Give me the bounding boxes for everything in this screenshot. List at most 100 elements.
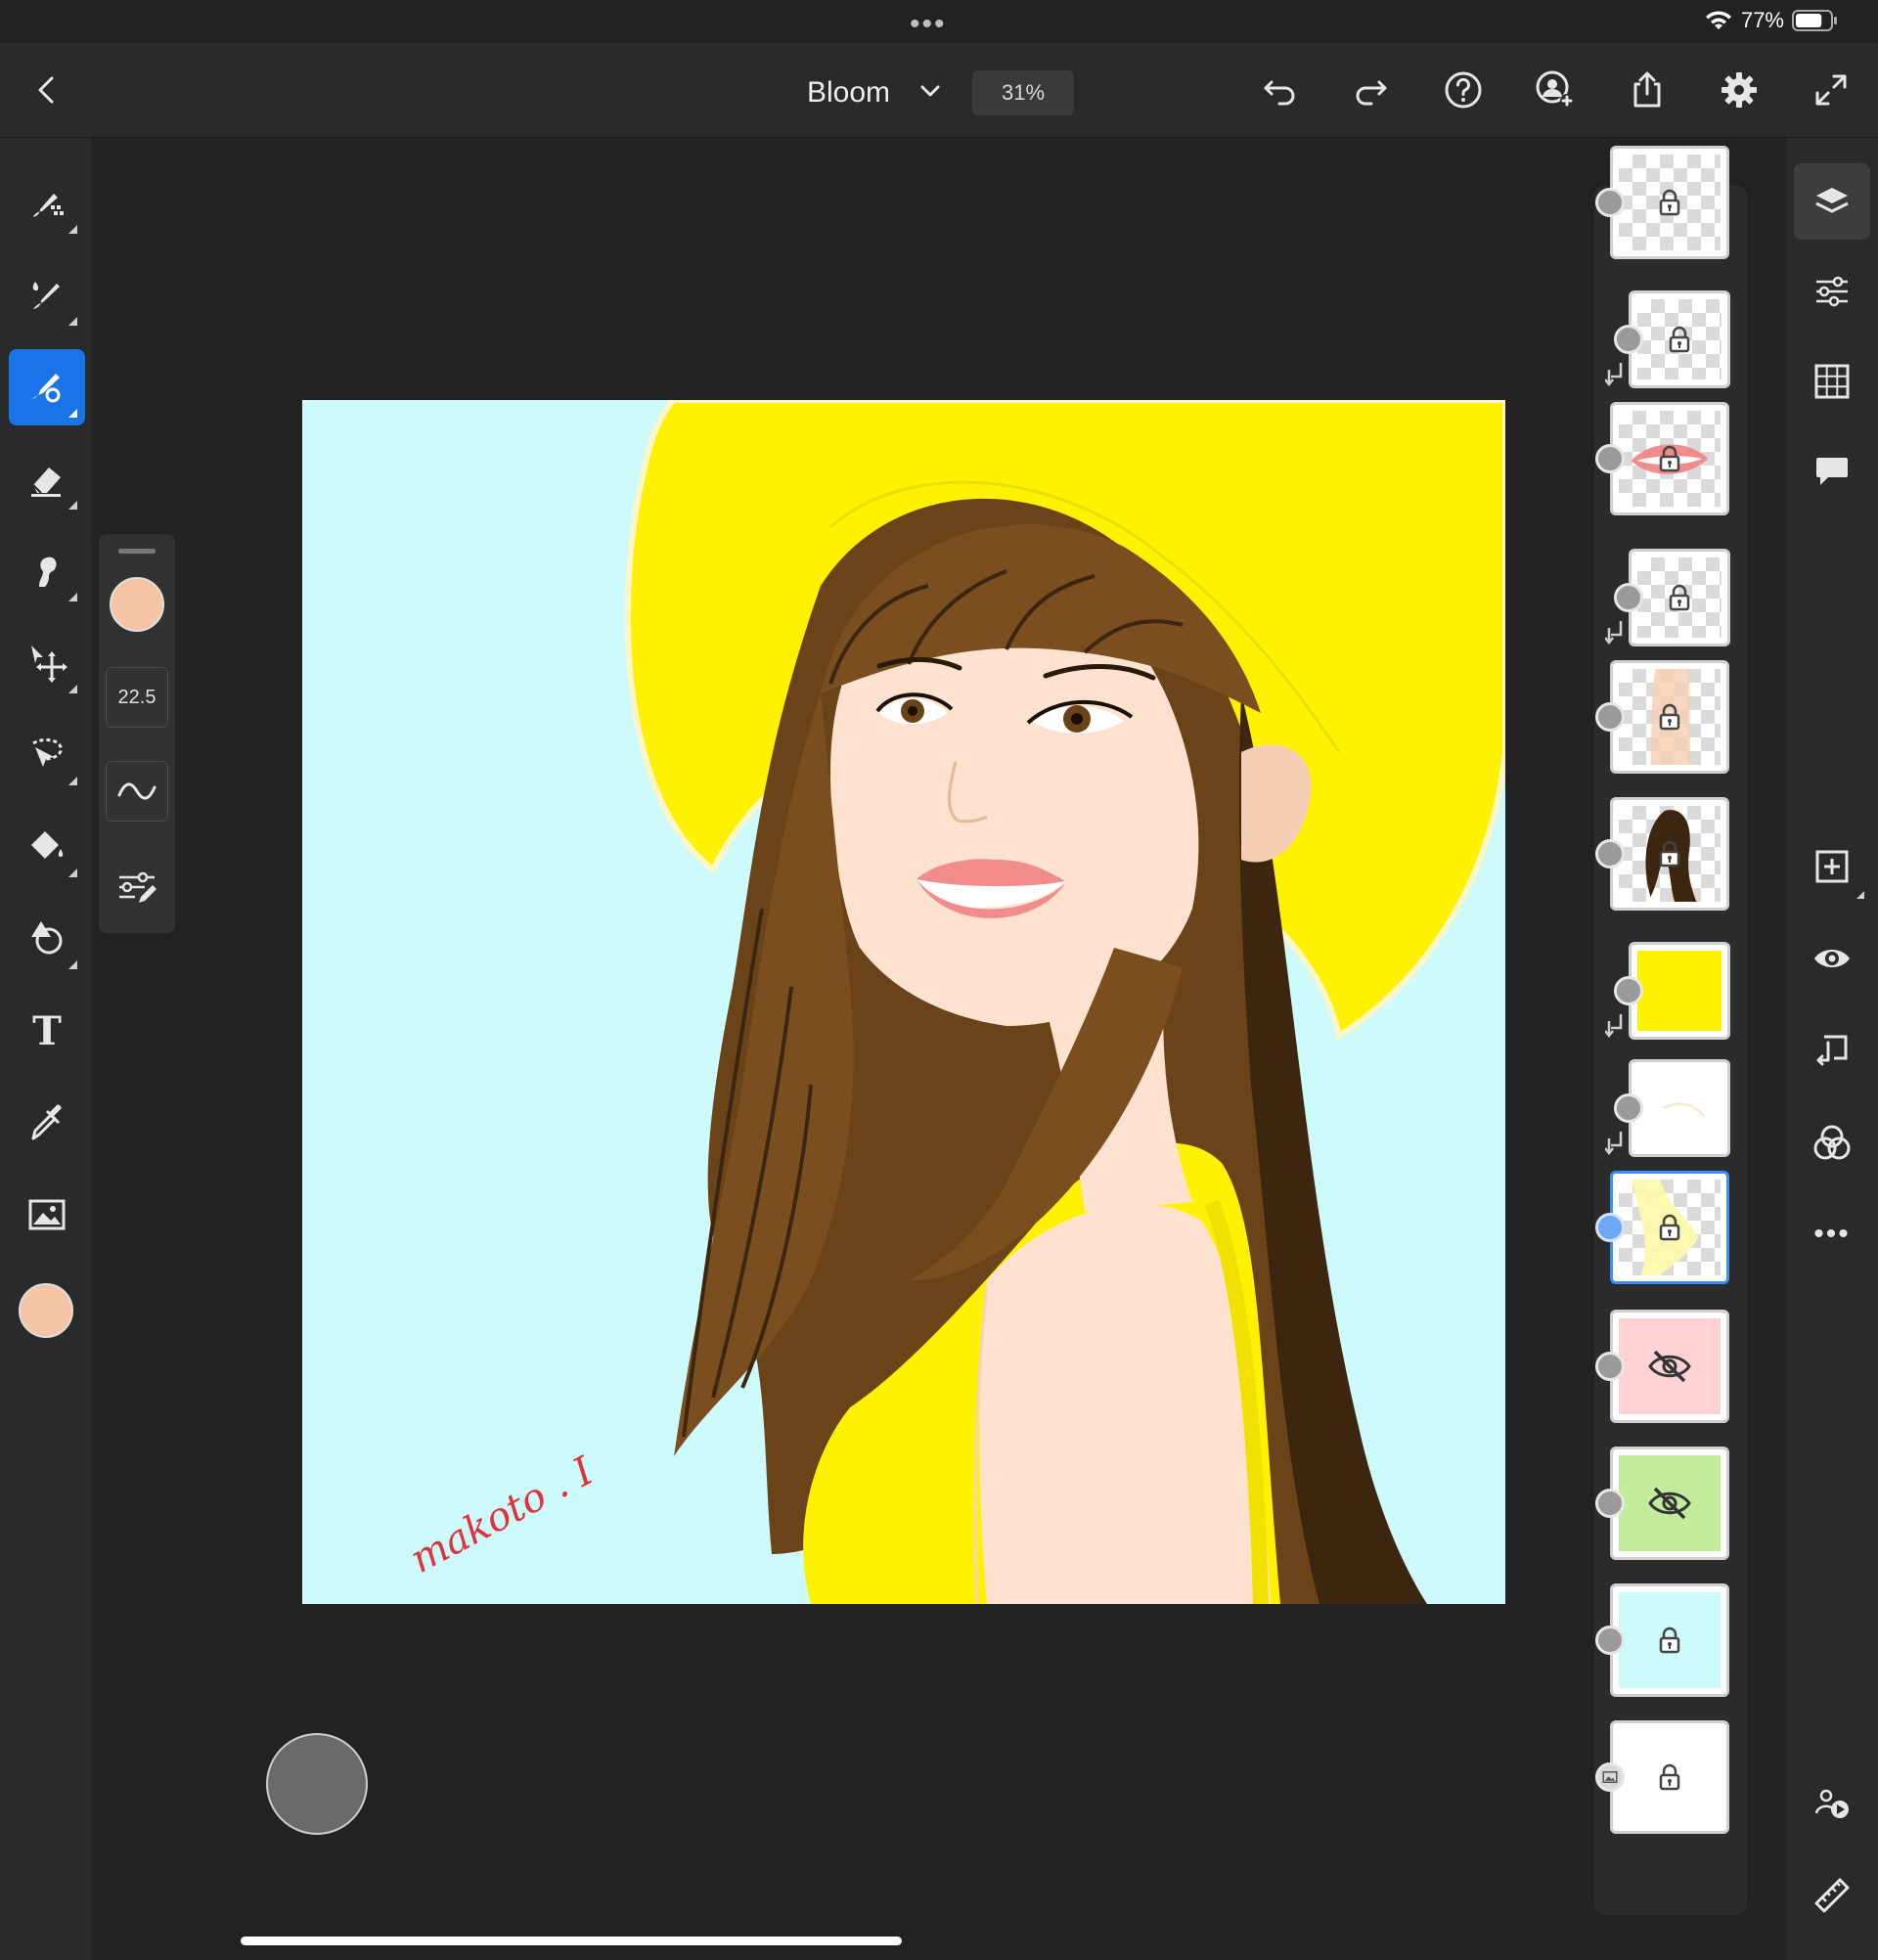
comments-button[interactable] bbox=[1794, 433, 1870, 510]
layer-select-radio[interactable] bbox=[1595, 1213, 1625, 1242]
undo-icon bbox=[1264, 80, 1295, 106]
comments-icon bbox=[1816, 458, 1848, 485]
brush-properties-panel: 22.5 bbox=[99, 534, 175, 933]
vector-brush-icon bbox=[31, 374, 61, 403]
wifi-icon bbox=[1705, 11, 1731, 29]
visibility-icon bbox=[1814, 950, 1850, 967]
layer-select-radio[interactable] bbox=[1614, 976, 1643, 1005]
selection-tool[interactable] bbox=[9, 717, 85, 793]
fullscreen-icon bbox=[1815, 74, 1847, 106]
layer-white[interactable] bbox=[1629, 1059, 1730, 1157]
redo-icon bbox=[1356, 80, 1387, 106]
touch-modifier-button[interactable] bbox=[266, 1733, 368, 1835]
settings-button[interactable] bbox=[1714, 65, 1765, 115]
background-image-icon bbox=[1602, 1771, 1618, 1783]
image-tool[interactable] bbox=[9, 1177, 85, 1253]
layer-select-radio[interactable] bbox=[1595, 1489, 1625, 1518]
eraser-icon bbox=[31, 468, 61, 497]
lock-icon bbox=[1659, 703, 1680, 731]
shapes-tool[interactable] bbox=[9, 901, 85, 977]
top-bar: Bloom 31% bbox=[0, 43, 1878, 138]
layer-select-radio[interactable] bbox=[1614, 1093, 1643, 1123]
home-indicator[interactable] bbox=[241, 1937, 902, 1945]
brush-color-swatch[interactable] bbox=[110, 577, 164, 632]
merge-down-button[interactable] bbox=[1794, 1012, 1870, 1089]
visibility-button[interactable] bbox=[1794, 920, 1870, 997]
layer-4[interactable] bbox=[1629, 549, 1730, 646]
eyedropper-tool[interactable] bbox=[9, 1085, 85, 1161]
layer-select-radio[interactable] bbox=[1614, 583, 1643, 612]
layer-select-radio[interactable] bbox=[1595, 839, 1625, 869]
hidden-eye-icon bbox=[1648, 1487, 1691, 1520]
layer-skin[interactable] bbox=[1610, 660, 1729, 774]
livestream-button[interactable] bbox=[1794, 1765, 1870, 1842]
status-bar: ••• 77% bbox=[0, 0, 1878, 43]
live-brush-icon bbox=[32, 282, 60, 309]
layer-select-radio[interactable] bbox=[1595, 1762, 1625, 1792]
text-tool[interactable]: T bbox=[9, 993, 85, 1069]
layer-lips[interactable] bbox=[1610, 402, 1729, 515]
color-picker-swatch[interactable] bbox=[19, 1283, 73, 1338]
panel-drag-handle[interactable] bbox=[118, 549, 156, 554]
add-layer-button[interactable] bbox=[1794, 828, 1870, 905]
layer-select-radio[interactable] bbox=[1595, 1352, 1625, 1381]
layer-select-radio[interactable] bbox=[1595, 1626, 1625, 1655]
layer-select-radio[interactable] bbox=[1614, 325, 1643, 354]
fill-tool[interactable] bbox=[9, 809, 85, 885]
hidden-eye-icon bbox=[1648, 1350, 1691, 1383]
layers-icon bbox=[1815, 188, 1849, 213]
help-button[interactable] bbox=[1438, 65, 1489, 115]
layer-dress[interactable] bbox=[1610, 1171, 1729, 1284]
more-button[interactable]: ••• bbox=[1794, 1196, 1870, 1272]
brush-settings-button[interactable] bbox=[106, 857, 168, 917]
undo-button[interactable] bbox=[1254, 65, 1305, 115]
layer-background[interactable] bbox=[1610, 1720, 1729, 1834]
eraser-tool[interactable] bbox=[9, 441, 85, 517]
document-title[interactable]: Bloom bbox=[807, 76, 890, 110]
transform-tool[interactable] bbox=[9, 625, 85, 701]
grid-button[interactable] bbox=[1794, 343, 1870, 420]
back-button[interactable] bbox=[22, 65, 72, 115]
share-button[interactable] bbox=[1622, 65, 1673, 115]
redo-button[interactable] bbox=[1346, 65, 1397, 115]
back-icon bbox=[38, 76, 54, 104]
vector-brush-tool[interactable] bbox=[9, 349, 85, 425]
merge-down-icon bbox=[1816, 1035, 1848, 1066]
layer-hair[interactable] bbox=[1610, 797, 1729, 911]
lock-icon bbox=[1669, 584, 1690, 611]
brush-size[interactable]: 22.5 bbox=[106, 667, 168, 728]
chevron-down-icon[interactable] bbox=[917, 78, 943, 104]
lock-icon bbox=[1659, 1763, 1680, 1791]
lock-icon bbox=[1659, 840, 1680, 868]
layers-button[interactable] bbox=[1794, 163, 1870, 240]
help-icon bbox=[1445, 71, 1482, 109]
layer-pink[interactable] bbox=[1610, 1310, 1729, 1423]
layer-properties-button[interactable] bbox=[1794, 253, 1870, 330]
pixel-brush-tool[interactable] bbox=[9, 165, 85, 242]
text-icon: T bbox=[32, 1007, 62, 1054]
layer-select-radio[interactable] bbox=[1595, 444, 1625, 473]
layer-1[interactable] bbox=[1610, 146, 1729, 259]
fullscreen-button[interactable] bbox=[1806, 65, 1856, 115]
smoothing-button[interactable] bbox=[106, 761, 168, 822]
clipping-mask-icon bbox=[1604, 619, 1625, 646]
layer-cyan[interactable] bbox=[1610, 1583, 1729, 1697]
invite-button[interactable] bbox=[1530, 65, 1581, 115]
smudge-tool[interactable] bbox=[9, 533, 85, 609]
layer-2[interactable] bbox=[1629, 290, 1730, 388]
layer-yellow[interactable] bbox=[1629, 942, 1730, 1040]
multitask-dots[interactable]: ••• bbox=[910, 8, 947, 41]
pixel-brush-icon bbox=[33, 194, 64, 217]
blend-button[interactable] bbox=[1794, 1104, 1870, 1180]
layer-green[interactable] bbox=[1610, 1447, 1729, 1560]
lock-icon bbox=[1659, 189, 1680, 216]
image-icon bbox=[28, 1199, 66, 1230]
zoom-level[interactable]: 31% bbox=[972, 70, 1074, 115]
layer-select-radio[interactable] bbox=[1595, 188, 1625, 217]
artwork-canvas[interactable]: makoto . I bbox=[302, 400, 1505, 1604]
shapes-icon bbox=[31, 921, 63, 955]
live-brush-tool[interactable] bbox=[9, 257, 85, 334]
layer-select-radio[interactable] bbox=[1595, 702, 1625, 732]
ruler-button[interactable] bbox=[1794, 1857, 1870, 1934]
clipping-mask-icon bbox=[1604, 361, 1625, 387]
